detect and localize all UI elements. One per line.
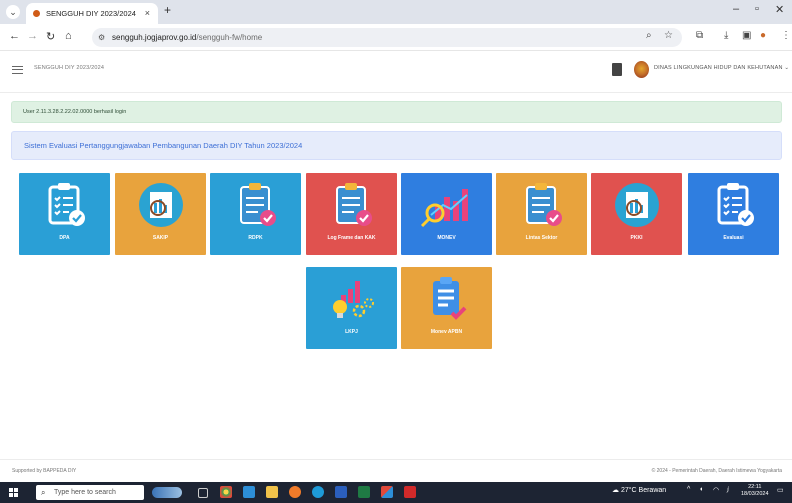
tab-search-chevron-icon[interactable]: ⌄ — [6, 5, 20, 19]
tray-chevron-icon[interactable]: ^ — [687, 486, 690, 493]
reload-icon[interactable]: ↻ — [46, 30, 55, 43]
minimize-icon[interactable]: – — [733, 3, 739, 15]
menu-card-evaluasi[interactable]: Evaluasi — [688, 173, 779, 255]
chart-bulb-gear-icon — [332, 281, 374, 318]
whale-widget-icon[interactable] — [152, 487, 182, 498]
clipboard-pink-check-icon — [239, 183, 276, 226]
menu-label: Monev APBN — [430, 329, 463, 335]
app-multicolor-icon[interactable] — [381, 486, 393, 498]
address-bar[interactable]: ⚙ sengguh.jogjaprov.go.id/sengguh-fw/hom… — [92, 28, 682, 47]
menu-card-lintas-sektor[interactable]: Lintas Sektor — [496, 173, 587, 255]
menu-card-monev[interactable]: MONEV — [401, 173, 492, 255]
menu-card-sakip[interactable]: SAKIP — [115, 173, 206, 255]
back-icon[interactable]: ← — [9, 30, 20, 42]
app-orange-icon[interactable] — [289, 486, 301, 498]
store-icon[interactable] — [243, 486, 255, 498]
menu-label: RDPK — [248, 235, 263, 241]
menu-card-log-frame-kak[interactable]: Log Frame dan KAK — [306, 173, 397, 255]
windows-start-icon[interactable] — [9, 488, 18, 497]
home-icon[interactable]: ⌂ — [65, 30, 72, 42]
document-icon[interactable] — [612, 63, 622, 76]
clipboard-list-check-icon — [432, 277, 466, 320]
menu-card-monev-apbn[interactable]: Monev APBN — [401, 267, 492, 349]
app-blue-icon[interactable] — [312, 486, 324, 498]
menu-card-rdpk[interactable]: RDPK — [210, 173, 301, 255]
language-indicator[interactable]: ⅉ — [727, 486, 729, 493]
app-header: SENGGUH DIY 2023/2024 DINAS LINGKUNGAN H… — [0, 51, 792, 93]
task-view-icon[interactable] — [198, 488, 208, 498]
search-icon: ⌕ — [41, 488, 46, 497]
file-explorer-icon[interactable] — [266, 486, 278, 498]
new-tab-button[interactable]: + — [164, 3, 171, 17]
menu-grid: DPA SAKIP RDPK Log Frame dan KAK MONEV L… — [19, 173, 779, 353]
os-taskbar: ⌕ Type here to search ☁ 27°C Berawan ^ ◖… — [0, 482, 792, 503]
network-icon[interactable]: ◠ — [713, 486, 719, 494]
browser-tab-strip: ⌄ SENGGUH DIY 2023/2024 × + – ▫ ✕ — [0, 0, 792, 24]
url-path: /sengguh-fw/home — [196, 33, 263, 42]
browser-tab[interactable]: SENGGUH DIY 2023/2024 × — [26, 3, 158, 24]
download-icon[interactable]: ⤓ — [724, 30, 728, 41]
menu-label: Lintas Sektor — [525, 235, 558, 241]
clock-time: 22:11 — [748, 484, 762, 490]
menu-label: SAKIP — [152, 235, 169, 241]
menu-label: Evaluasi — [723, 235, 744, 241]
clipboard-check-icon — [717, 183, 754, 226]
tab-close-icon[interactable]: × — [145, 3, 150, 24]
weather-text: 27°C Berawan — [620, 487, 667, 494]
word-icon[interactable] — [335, 486, 347, 498]
menu-label: LKPJ — [345, 329, 358, 335]
chart-magnifier-icon — [420, 189, 468, 228]
app-name: SENGGUH DIY 2023/2024 — [34, 65, 105, 71]
extensions-icon[interactable]: ⧉ — [696, 30, 703, 41]
browser-toolbar: ← → ↻ ⌂ ⚙ sengguh.jogjaprov.go.id/senggu… — [0, 24, 792, 51]
department-logo-icon — [634, 61, 649, 78]
search-placeholder: Type here to search — [54, 489, 116, 496]
clock-date: 18/03/2024 — [741, 491, 769, 497]
pdf-reader-icon[interactable] — [404, 486, 416, 498]
report-search-icon — [138, 183, 183, 227]
window-close-icon[interactable]: ✕ — [775, 3, 784, 16]
site-info-icon[interactable]: ⚙ — [98, 28, 105, 47]
forward-icon[interactable]: → — [27, 30, 38, 42]
volume-icon[interactable]: ◖ — [699, 486, 703, 493]
menu-label: DPA — [59, 235, 70, 241]
browser-menu-icon[interactable]: ⋮ — [781, 30, 791, 41]
clipboard-pink-check-icon — [335, 183, 372, 226]
maximize-icon[interactable]: ▫ — [755, 3, 759, 15]
banner-text: Sistem Evaluasi Pertanggungjawaban Pemba… — [24, 141, 303, 150]
chrome-icon[interactable] — [220, 486, 232, 498]
menu-card-lkpj[interactable]: LKPJ — [306, 267, 397, 349]
menu-card-dpa[interactable]: DPA — [19, 173, 110, 255]
menu-card-pkki[interactable]: PKKI — [591, 173, 682, 255]
login-success-alert: User 2.11.3.28.2.22.02.0000 berhasil log… — [11, 101, 782, 123]
alert-text: User 2.11.3.28.2.22.02.0000 berhasil log… — [23, 109, 127, 115]
tab-title: SENGGUH DIY 2023/2024 — [46, 9, 136, 18]
menu-label: MONEV — [437, 235, 456, 241]
report-search-icon — [614, 183, 659, 227]
sidepanel-icon[interactable]: ▣ — [742, 30, 751, 41]
footer-support-text: Supported by BAPPEDA DIY — [12, 468, 77, 474]
excel-icon[interactable] — [358, 486, 370, 498]
menu-label: PKKI — [630, 235, 643, 241]
department-name: DINAS LINGKUNGAN HIDUP DAN KEHUTANAN — [654, 65, 783, 71]
department-dropdown[interactable]: DINAS LINGKUNGAN HIDUP DAN KEHUTANAN ⌄ — [654, 65, 789, 71]
url-host: sengguh.jogjaprov.go.id — [112, 33, 197, 42]
hamburger-menu-icon[interactable] — [12, 66, 23, 74]
site-favicon-icon — [33, 10, 40, 17]
taskbar-search-input[interactable]: ⌕ Type here to search — [36, 485, 144, 500]
clipboard-pink-check-icon — [525, 183, 562, 226]
profile-avatar-icon[interactable]: ● — [760, 30, 766, 41]
notifications-icon[interactable]: ▭ — [777, 486, 784, 494]
weather-widget[interactable]: ☁ 27°C Berawan — [612, 486, 666, 494]
zoom-icon[interactable]: ⌕ — [646, 30, 652, 41]
taskbar-clock[interactable]: 22:11 18/03/2024 — [741, 484, 769, 498]
menu-label: Log Frame dan KAK — [327, 235, 376, 241]
bookmark-star-icon[interactable]: ☆ — [664, 30, 673, 41]
clipboard-check-icon — [48, 183, 85, 226]
footer-copyright: © 2024 - Pemerintah Daerah, Daerah Istim… — [651, 468, 782, 474]
system-title-banner: Sistem Evaluasi Pertanggungjawaban Pemba… — [11, 131, 782, 160]
page-footer: Supported by BAPPEDA DIY © 2024 - Pemeri… — [0, 459, 792, 482]
